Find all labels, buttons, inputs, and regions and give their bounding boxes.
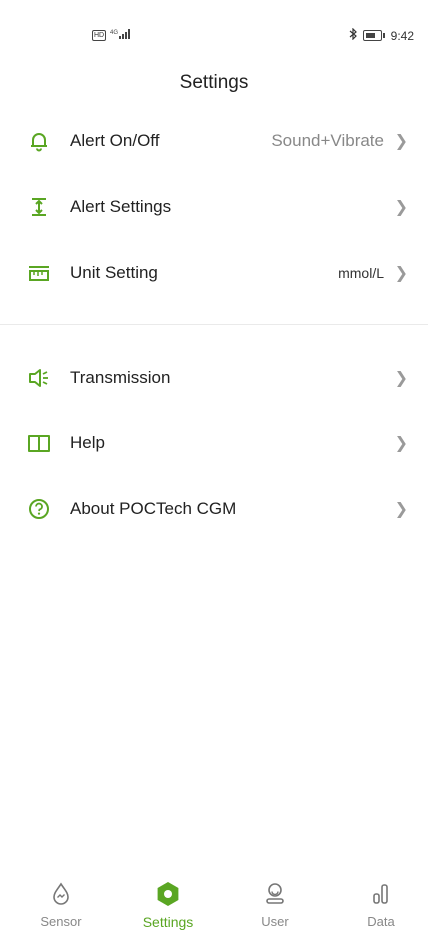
settings-row-alert-onoff[interactable]: Alert On/Off Sound+Vibrate ❯	[0, 116, 428, 166]
nav-label: Sensor	[40, 914, 82, 929]
user-icon	[264, 882, 286, 911]
section-divider	[0, 324, 428, 325]
nav-user[interactable]: User	[235, 880, 315, 929]
settings-row-help[interactable]: Help ❯	[0, 418, 428, 468]
settings-row-transmission[interactable]: Transmission ❯	[0, 353, 428, 403]
svg-text:4G: 4G	[110, 30, 118, 36]
nav-data[interactable]: Data	[341, 880, 421, 929]
bell-icon	[26, 128, 52, 154]
chevron-right-icon: ❯	[394, 265, 408, 282]
status-bar: HD 4G 9:42	[0, 27, 428, 48]
bar-chart-icon	[370, 882, 392, 911]
row-label: Help	[70, 433, 105, 452]
chevron-right-icon: ❯	[394, 199, 408, 216]
row-label: Transmission	[70, 368, 171, 387]
chevron-right-icon: ❯	[394, 370, 408, 387]
nav-label: User	[261, 914, 289, 929]
hd-badge: HD	[92, 30, 107, 41]
question-icon	[26, 496, 52, 522]
page-title: Settings	[179, 72, 249, 93]
settings-screen: HD 4G 9:42 Settings Alert On/Off Sound+V…	[0, 0, 428, 943]
chevron-right-icon: ❯	[394, 501, 408, 518]
nav-label: Settings	[142, 914, 194, 930]
chevron-right-icon: ❯	[394, 133, 408, 150]
alert-range-icon	[26, 194, 52, 220]
settings-row-alert-settings[interactable]: Alert Settings ❯	[0, 182, 428, 232]
bluetooth-icon	[348, 27, 358, 43]
settings-row-unit-setting[interactable]: Unit Setting mmol/L ❯	[0, 248, 428, 298]
bottom-navigation: Sensor Settings User Data	[0, 880, 428, 943]
battery-icon	[362, 30, 385, 41]
row-value: Sound+Vibrate	[271, 131, 384, 150]
ruler-icon	[26, 260, 52, 286]
row-label: Alert Settings	[70, 197, 172, 216]
clock-time: 9:42	[390, 28, 414, 43]
row-value: mmol/L	[338, 265, 384, 281]
settings-row-about[interactable]: About POCTech CGM ❯	[0, 484, 428, 534]
nav-settings[interactable]: Settings	[128, 880, 208, 930]
chevron-right-icon: ❯	[394, 435, 408, 452]
book-icon	[26, 430, 52, 456]
nav-label: Data	[367, 914, 395, 929]
row-label: About POCTech CGM	[70, 499, 237, 518]
row-label: Unit Setting	[70, 263, 158, 282]
nav-sensor[interactable]: Sensor	[21, 880, 101, 929]
speaker-icon	[26, 365, 52, 391]
settings-gear-icon	[155, 881, 181, 912]
sensor-drop-icon	[50, 882, 72, 911]
row-label: Alert On/Off	[70, 131, 160, 150]
signal-icon: 4G	[110, 28, 134, 43]
